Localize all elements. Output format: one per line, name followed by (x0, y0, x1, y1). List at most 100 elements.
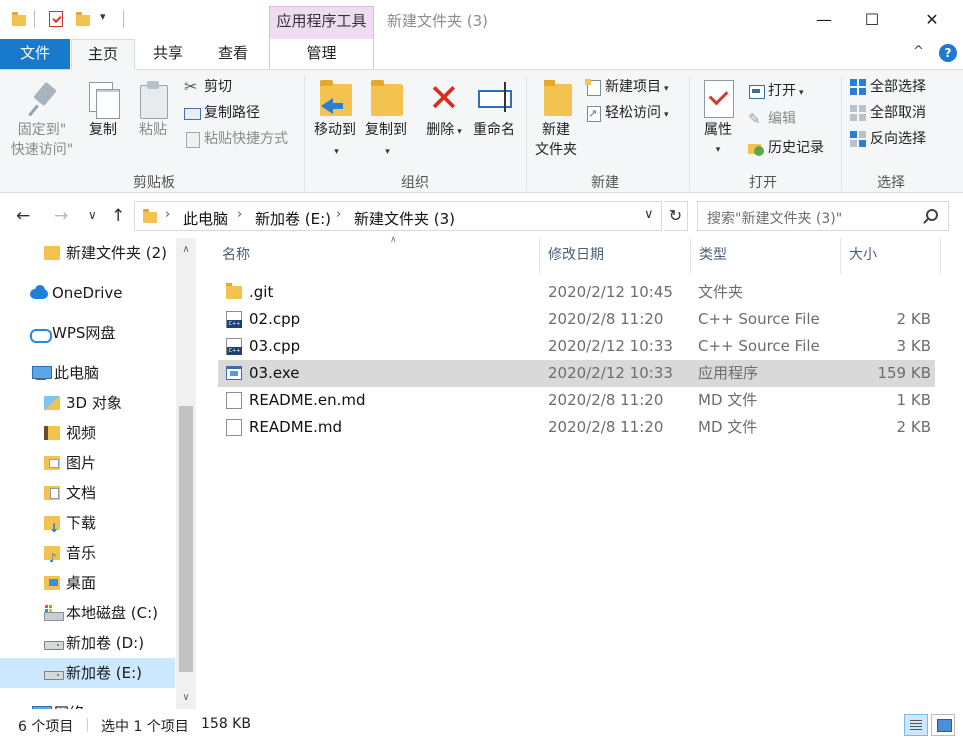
rename-button[interactable]: 重命名 (470, 78, 518, 140)
refresh-button[interactable]: ↻ (664, 201, 688, 231)
pin-to-quick-access-button[interactable]: 固定到" 快速访问" (6, 80, 78, 160)
help-icon[interactable]: ? (939, 44, 957, 62)
nav-item[interactable]: 桌面 (0, 568, 175, 598)
cut-button[interactable]: 剪切 (184, 76, 232, 98)
nav-item[interactable]: WPS网盘 (0, 318, 175, 348)
table-row[interactable]: .git 2020/2/12 10:45 文件夹 (218, 279, 935, 306)
up-arrow-icon[interactable]: ↑ (111, 206, 125, 226)
column-header-name[interactable]: 名称 ∧ (214, 235, 540, 274)
table-row[interactable]: 03.cpp 2020/2/12 10:33 C++ Source File 3 KB (218, 333, 935, 360)
easy-access-button[interactable]: 轻松访问▾ (585, 102, 669, 125)
breadcrumb-chevron-icon[interactable]: › (237, 207, 242, 222)
copy-to-button[interactable]: 复制到▾ (362, 78, 410, 162)
table-row[interactable]: README.md 2020/2/8 11:20 MD 文件 2 KB (218, 414, 935, 441)
breadcrumb-chevron-icon[interactable]: › (165, 207, 170, 222)
cut-label: 剪切 (204, 79, 232, 95)
nav-item[interactable]: 3D 对象 (0, 388, 175, 418)
properties-button[interactable]: 属性 ▾ (696, 78, 740, 160)
group-separator (304, 76, 305, 191)
nav-item[interactable]: 视频 (0, 418, 175, 448)
nav-item[interactable]: 本地磁盘 (C:) (0, 598, 175, 628)
breadcrumb-this-pc[interactable]: 此电脑 (183, 208, 228, 229)
new-folder-quick-access-icon[interactable] (76, 12, 90, 26)
file-type: C++ Source File (698, 337, 820, 355)
new-item-button[interactable]: 新建项目 ▾ (585, 76, 669, 98)
new-folder-label-line2: 文件夹 (535, 142, 577, 158)
nav-item[interactable]: 文档 (0, 478, 175, 508)
refresh-icon: ↻ (668, 206, 683, 225)
group-label-new: 新建 (591, 175, 619, 191)
tab-manage[interactable]: 管理 (269, 39, 374, 69)
column-header-date[interactable]: 修改日期 (540, 238, 691, 274)
table-row[interactable]: 02.cpp 2020/2/8 11:20 C++ Source File 2 KB (218, 306, 935, 333)
copy-path-button[interactable]: 复制路径 (184, 102, 260, 124)
column-header-size[interactable]: 大小 (841, 238, 941, 274)
nav-item[interactable]: OneDrive (0, 278, 175, 308)
scrollbar-thumb[interactable] (179, 406, 193, 672)
minimize-button[interactable]: — (801, 0, 847, 39)
paste-button[interactable]: 粘贴 (132, 80, 174, 140)
open-button[interactable]: 打开 ▾ (748, 80, 804, 102)
system-drive-icon (44, 605, 64, 621)
maximize-icon: ☐ (864, 10, 880, 29)
scroll-up-chevron-icon[interactable]: ∧ (176, 240, 196, 260)
file-name: .git (249, 283, 274, 301)
customize-quick-access-dropdown-icon[interactable]: ▾ (100, 10, 106, 30)
back-arrow-icon[interactable]: ← (16, 206, 30, 226)
nav-item[interactable]: 网络 (0, 698, 175, 709)
column-header-type[interactable]: 类型 (691, 238, 841, 274)
paste-shortcut-button[interactable]: 粘贴快捷方式 (184, 128, 288, 150)
tab-share[interactable]: 共享 (140, 39, 196, 69)
tab-view[interactable]: 查看 (205, 39, 261, 69)
address-dropdown-chevron-icon[interactable]: ∨ (644, 207, 654, 222)
delete-button[interactable]: ✕ 删除 ▾ (424, 78, 464, 142)
invert-selection-button[interactable]: 反向选择 (850, 128, 926, 150)
breadcrumb-chevron-icon[interactable]: › (336, 207, 341, 222)
recent-locations-chevron-icon[interactable]: ∨ (88, 208, 97, 222)
edit-button[interactable]: 编辑 (748, 108, 796, 130)
history-label: 历史记录 (768, 140, 824, 156)
search-box[interactable]: 搜索"新建文件夹 (3)" (697, 201, 949, 231)
nav-item[interactable]: 新加卷 (D:) (0, 628, 175, 658)
copy-path-label: 复制路径 (204, 105, 260, 121)
exe-file-icon (226, 366, 242, 380)
table-row[interactable]: 03.exe 2020/2/12 10:33 应用程序 159 KB (218, 360, 935, 387)
history-icon (748, 140, 764, 156)
copy-label: 复制 (89, 122, 117, 138)
properties-dropdown-icon[interactable]: ▾ (696, 140, 740, 160)
copy-button[interactable]: 复制 (82, 80, 124, 140)
window-title: 新建文件夹 (3) (387, 12, 489, 30)
nav-item[interactable]: 新建文件夹 (2) (0, 238, 175, 268)
breadcrumb-drive-e[interactable]: 新加卷 (E:) (255, 208, 331, 229)
navigation-scrollbar[interactable]: ∧ ∨ (176, 238, 196, 709)
properties-quick-access-icon[interactable] (49, 11, 63, 27)
move-to-button[interactable]: 移动到▾ (311, 78, 359, 162)
collapse-ribbon-icon[interactable]: ^ (913, 44, 924, 59)
drive-icon (44, 636, 64, 650)
table-row[interactable]: README.en.md 2020/2/8 11:20 MD 文件 1 KB (218, 387, 935, 414)
nav-item[interactable]: 音乐 (0, 538, 175, 573)
details-view-icon[interactable] (904, 714, 928, 736)
address-bar[interactable]: › 此电脑 › 新加卷 (E:) › 新建文件夹 (3) (134, 201, 662, 231)
history-button[interactable]: 历史记录 (748, 137, 824, 159)
select-all-button[interactable]: 全部选择 (850, 76, 926, 98)
maximize-button[interactable]: ☐ (849, 0, 895, 39)
forward-arrow-icon[interactable]: → (54, 206, 68, 226)
new-folder-button[interactable]: 新建 文件夹 (531, 78, 581, 160)
nav-item[interactable]: 此电脑 (0, 358, 175, 388)
edit-pencil-icon (748, 108, 764, 130)
breadcrumb-current-folder[interactable]: 新建文件夹 (3) (354, 208, 455, 229)
tab-file[interactable]: 文件 (0, 39, 70, 69)
nav-item[interactable]: 图片 (0, 448, 175, 478)
nav-item[interactable]: 新加卷 (E:) (0, 658, 175, 688)
nav-item[interactable]: 下载 (0, 508, 175, 543)
select-none-button[interactable]: 全部取消 (850, 102, 926, 124)
scroll-down-chevron-icon[interactable]: ∨ (176, 688, 196, 708)
delete-label: 删除 ▾ (426, 122, 462, 138)
clipboard-icon (135, 80, 171, 120)
close-button[interactable]: ✕ (909, 0, 955, 39)
search-input[interactable]: 搜索"新建文件夹 (3)" (707, 208, 842, 228)
tab-home[interactable]: 主页 (71, 39, 135, 70)
large-icons-view-icon[interactable] (931, 714, 955, 736)
folder-icon (44, 246, 60, 260)
